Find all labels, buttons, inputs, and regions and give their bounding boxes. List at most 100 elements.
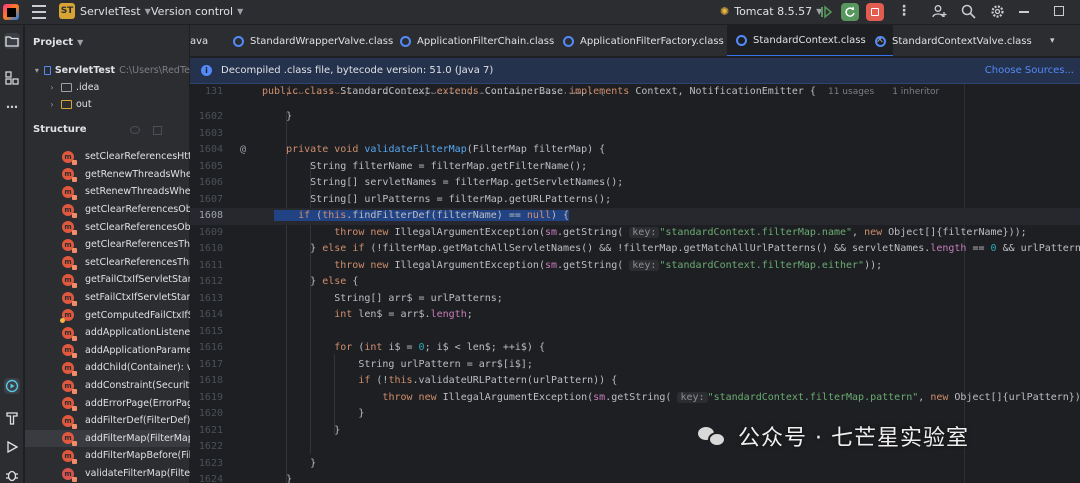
structure-tool-icon[interactable] [4,70,20,86]
code-line: 1619 throw new IllegalArgumentException(… [190,390,1080,407]
run-tool-icon[interactable] [4,439,20,455]
tab-application-filter-factory[interactable]: ApplicationFilterFactory.class [563,25,724,56]
tab-standard-context[interactable]: StandardContext.class ✕ [727,25,894,56]
structure-item[interactable]: m setClearReferencesThre [25,254,190,272]
line-text: int len$ = arr$.length; [334,309,473,320]
structure-item[interactable]: m addApplicationParamet [25,342,190,360]
eye-icon[interactable] [130,126,140,134]
method-icon: m [62,291,77,306]
project-panel-title: Project [33,37,74,48]
structure-item[interactable]: m setRenewThreadsWhen [25,183,190,201]
decompiled-banner: i Decompiled .class file, bytecode versi… [190,58,1080,84]
structure-item[interactable]: m validateFilterMap(Filter [25,465,190,483]
tree-item-label: .idea [76,81,100,93]
structure-item[interactable]: m getFailCtxIfServletStartI [25,271,190,289]
structure-item-label: validateFilterMap(Filter [85,468,190,480]
structure-item-label: setClearReferencesHttp [85,151,190,163]
vcs-label: Version control [151,5,234,18]
structure-item[interactable]: m addConstraint(SecurityC [25,377,190,395]
sort-icon[interactable] [153,126,162,135]
code-line: 1611 throw new IllegalArgumentException(… [190,258,1080,275]
structure-item[interactable]: m setClearReferencesObje [25,218,190,236]
structure-item[interactable]: m getRenewThreadsWhen [25,166,190,184]
line-text: } else { [262,276,359,287]
build-hammer-icon[interactable] [4,410,20,426]
project-panel: Project ▼ ▾ ServletTest C:\Users\RedTe › … [25,25,190,483]
method-icon: m [62,185,77,200]
project-tool-icon[interactable] [4,33,20,49]
vcs-menu[interactable]: Version control ▼ [151,5,243,18]
resume-icon [821,5,833,19]
class-file-icon [563,35,574,47]
structure-item[interactable]: m setClearReferencesHttp [25,148,190,166]
structure-item[interactable]: m getClearReferencesObje [25,201,190,219]
structure-item-selected[interactable]: m addFilterMap(FilterMap [25,429,190,448]
structure-item[interactable]: m getComputedFailCtxIfSe [25,306,190,324]
run-config-selector[interactable]: ✺ Tomcat 8.5.57 ▼ [720,5,822,18]
structure-item[interactable]: m setFailCtxIfServletStartF [25,289,190,307]
structure-item[interactable]: m addFilterMapBefore(Filt [25,447,190,465]
class-file-icon [233,35,244,47]
minimize-icon[interactable] [1019,11,1029,13]
settings-gear-icon[interactable] [990,4,1005,19]
line-text: for (int i$ = 0; i$ < len$; ++i$) { [334,342,545,353]
tab-standard-context-valve[interactable]: StandardContextValve.class [875,25,1032,56]
tree-item-root[interactable]: ▾ ServletTest C:\Users\RedTe [25,62,190,78]
code-line: 1617 String urlPattern = arr$[i$]; [190,357,1080,374]
debug-bug-icon[interactable] [4,467,20,483]
tree-item-path: C:\Users\RedTe [119,64,190,76]
tree-item-idea[interactable]: › .idea [25,79,190,95]
run-button[interactable] [817,3,835,21]
line-text: String filterName = filterMap.getFilterN… [262,160,588,172]
module-folder-icon [43,65,51,75]
services-tool-icon[interactable] [4,378,20,394]
project-switcher[interactable]: ServletTest ▼ [80,5,151,18]
structure-item[interactable]: m addChild(Container): vo [25,359,190,377]
structure-item[interactable]: m getClearReferencesThre [25,236,190,254]
main-menu-icon[interactable] [32,5,46,19]
method-icon: m [62,256,77,271]
structure-item[interactable]: m addApplicationListener [25,324,190,342]
line-number: 1615 [198,325,223,337]
structure-item-label: getFailCtxIfServletStartI [85,274,190,286]
structure-item-label: addChild(Container): vo [85,362,190,374]
tabs-dropdown-icon[interactable]: ▾ [1050,25,1055,56]
tab-standard-wrapper-valve[interactable]: StandardWrapperValve.class [233,25,393,56]
line-number: 1603 [198,127,223,139]
banner-text: Decompiled .class file, bytecode version… [221,65,494,76]
tree-item-out[interactable]: › out [25,96,190,112]
method-icon: m [62,344,77,359]
chevron-right-icon: › [50,99,54,109]
line-text: } [262,408,365,419]
line-number: 1605 [198,160,223,172]
project-panel-header[interactable]: Project ▼ [33,37,83,48]
rerun-button[interactable] [841,3,859,21]
chevron-down-icon: ▼ [77,38,84,47]
more-actions-icon[interactable]: ⋮ [897,3,911,19]
method-icon: m [62,432,77,447]
choose-sources-link[interactable]: Choose Sources... [985,65,1074,76]
code-line: 1618 if (!this.validateURLPattern(urlPat… [190,373,1080,390]
structure-item-label: setClearReferencesThre [85,256,190,268]
stop-button[interactable] [866,3,884,21]
maximize-icon[interactable] [1054,6,1064,16]
search-icon[interactable] [961,4,976,19]
tab-partial[interactable]: ava [190,25,209,56]
project-badge[interactable]: ST [59,3,75,19]
structure-item[interactable]: m addFilterDef(FilterDef): [25,412,190,430]
structure-item-label: getComputedFailCtxIfSe [85,309,190,321]
class-file-icon [736,34,747,46]
structure-item[interactable]: m addErrorPage(ErrorPage [25,394,190,412]
tab-application-filter-chain[interactable]: ApplicationFilterChain.class [400,25,554,56]
code-line: 1603 [190,126,1080,143]
more-tools-icon[interactable]: ⋯ [4,99,20,115]
line-text: String[] urlPatterns = filterMap.getURLP… [262,193,612,205]
tab-label: ava [190,35,209,47]
line-number: 1617 [198,358,223,370]
annotation-gutter-icon[interactable]: @ [240,142,246,159]
collab-icon[interactable] [932,4,947,19]
line-text: throw new IllegalArgumentException(sm.ge… [334,259,883,271]
ide-logo-icon[interactable] [3,4,19,20]
tool-window-strip: ⋯ [0,25,24,483]
structure-item-label: getClearReferencesThre [85,239,190,251]
